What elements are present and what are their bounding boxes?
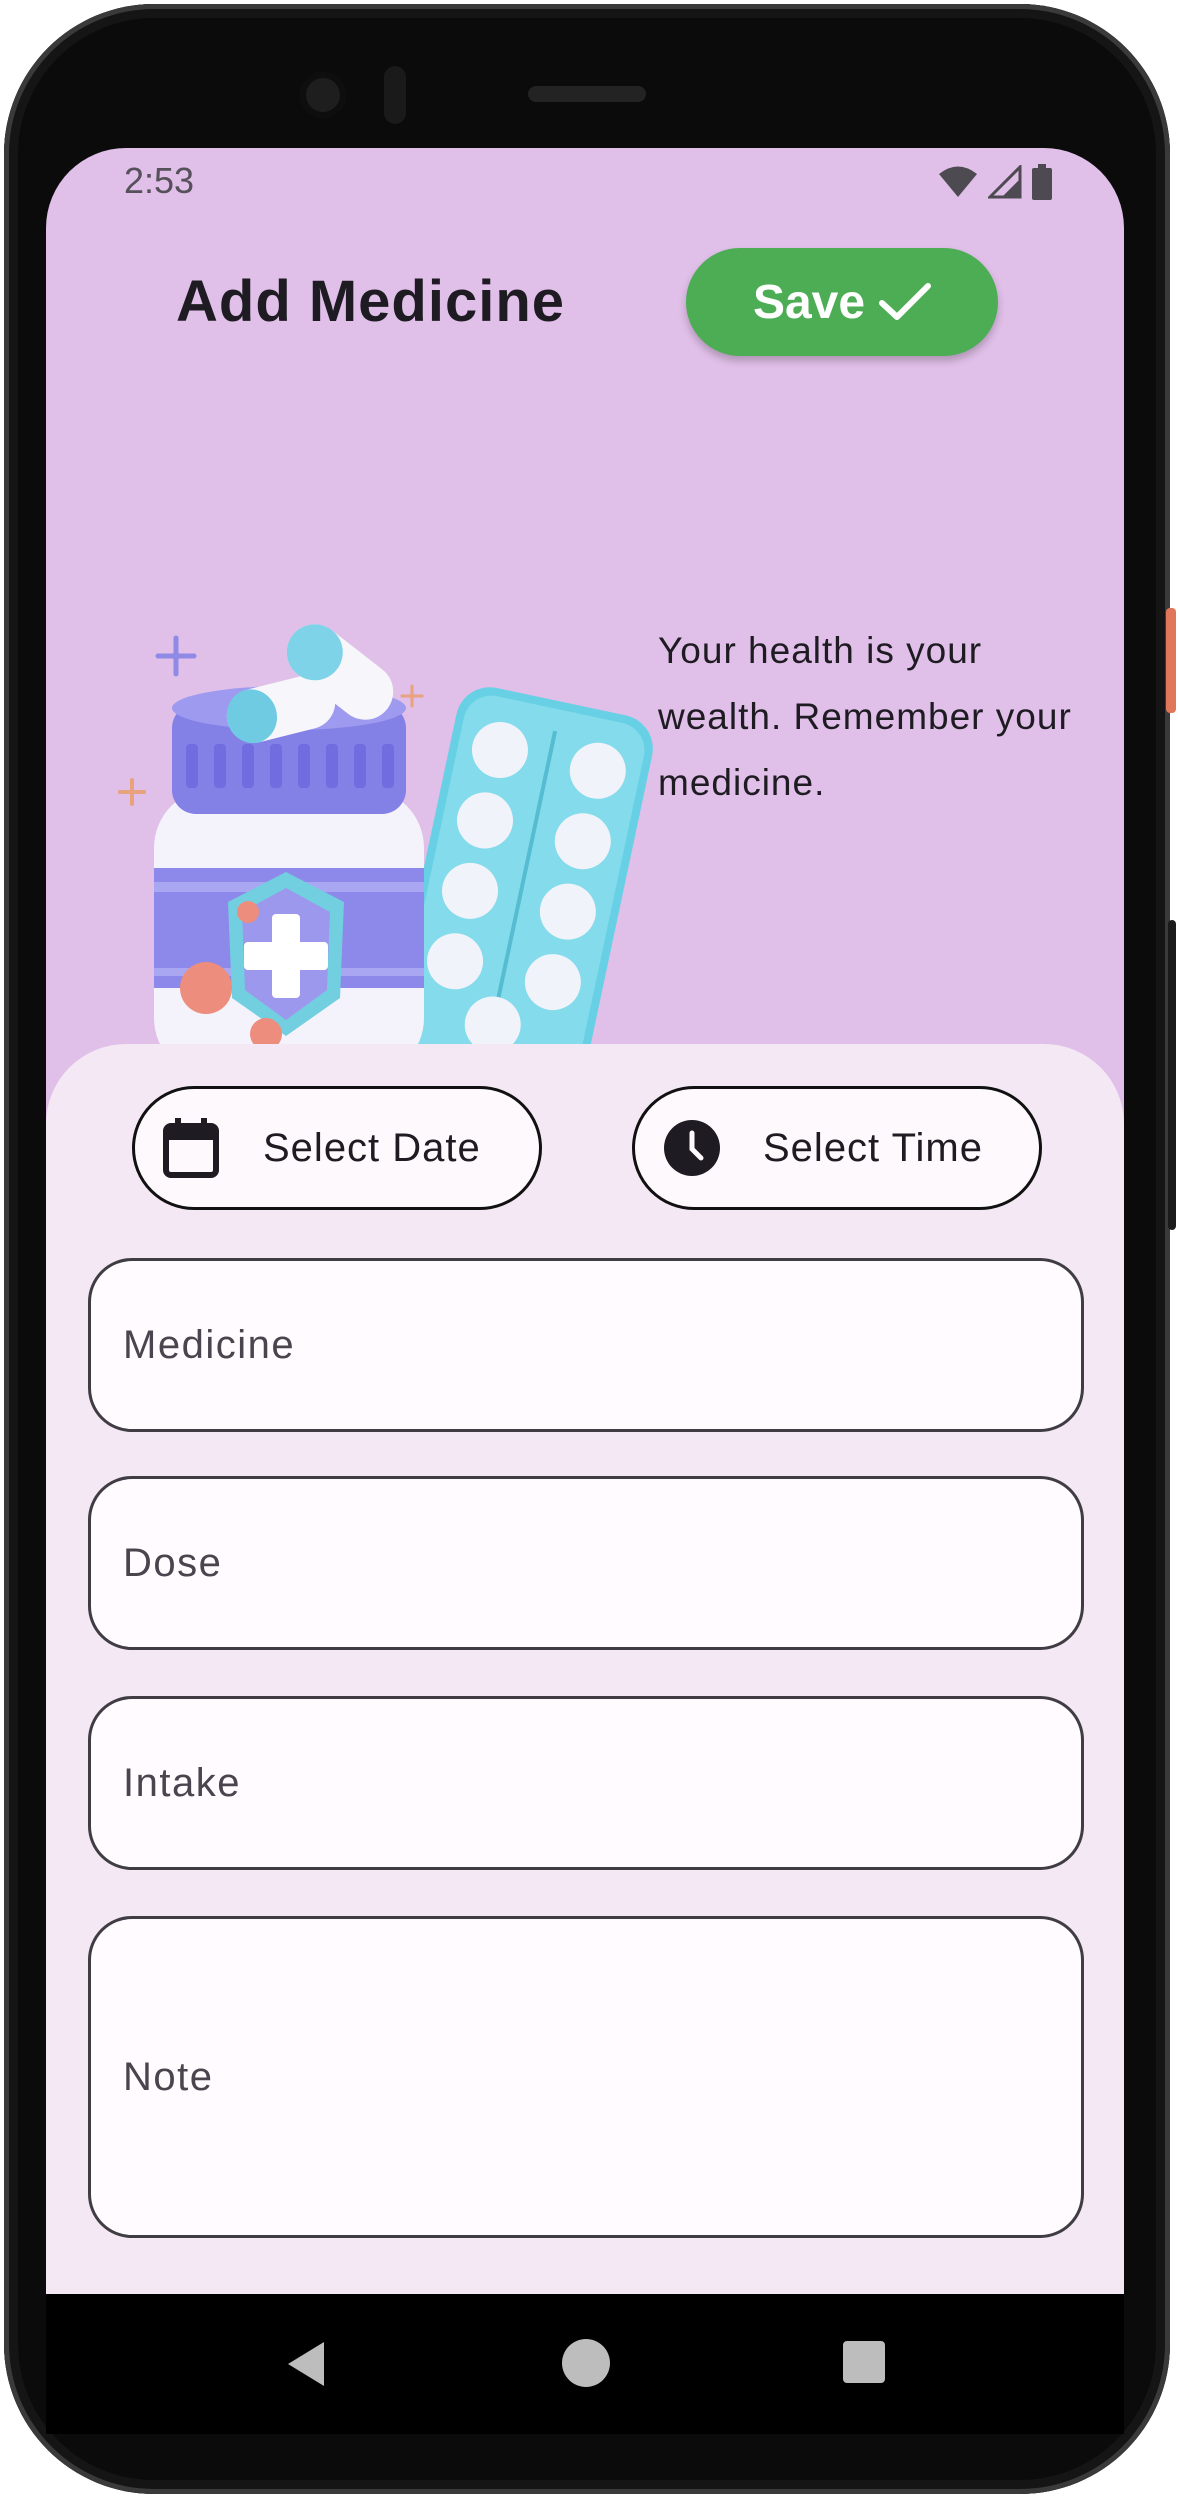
blister-pack	[390, 687, 653, 1088]
intake-input[interactable]: Intake	[88, 1696, 1084, 1870]
select-date-button[interactable]: Select Date	[132, 1086, 542, 1210]
health-tagline: Your health is your wealth. Remember you…	[658, 630, 1072, 803]
volume-button	[1168, 920, 1176, 1230]
battery-icon	[1032, 164, 1052, 200]
dose-input[interactable]: Dose	[88, 1476, 1084, 1650]
status-time: 2:53	[124, 160, 195, 201]
proximity-sensor	[384, 66, 406, 124]
note-input[interactable]: Note	[88, 1916, 1084, 2238]
select-date-label: Select Date	[263, 1125, 481, 1170]
medicine-input-label: Medicine	[123, 1322, 296, 1367]
medicine-illustration	[118, 624, 653, 1088]
earpiece-speaker	[528, 86, 646, 102]
system-nav-bar	[46, 2294, 1124, 2434]
dose-input-label: Dose	[123, 1540, 223, 1585]
select-time-label: Select Time	[763, 1125, 983, 1170]
wifi-icon	[939, 166, 977, 197]
medicine-form: Select Date Select Time Medicine Dose In…	[46, 1044, 1124, 2294]
signal-icon	[988, 165, 1022, 199]
save-button[interactable]: Save	[686, 248, 998, 356]
select-time-button[interactable]: Select Time	[632, 1086, 1042, 1210]
home-circle-icon[interactable]	[561, 2338, 611, 2388]
power-button	[1166, 608, 1176, 713]
page-title: Add Medicine	[176, 269, 566, 334]
clock-icon	[664, 1120, 720, 1176]
status-icons	[938, 164, 1052, 200]
recents-square-icon[interactable]	[842, 2340, 886, 2384]
save-button-label: Save	[752, 275, 866, 329]
pill-bottle	[154, 686, 424, 1078]
back-triangle-icon[interactable]	[284, 2340, 328, 2388]
status-bar: 2:53	[46, 148, 1124, 218]
intake-input-label: Intake	[123, 1760, 241, 1805]
note-input-label: Note	[123, 2054, 214, 2099]
medicine-input[interactable]: Medicine	[88, 1258, 1084, 1432]
front-camera	[300, 72, 346, 118]
calendar-icon	[163, 1118, 219, 1178]
app-screen: 2:53 Add Medicine Save Your health is yo…	[46, 148, 1124, 2294]
check-icon	[879, 283, 932, 320]
